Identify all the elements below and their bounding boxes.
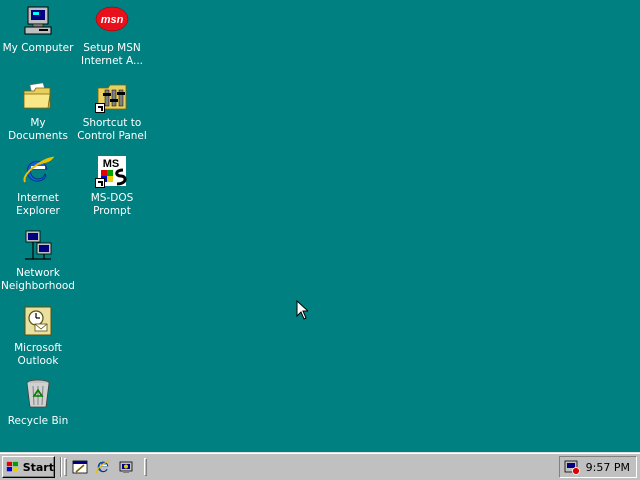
desktop-icon-label: Recycle Bin — [7, 415, 69, 427]
desktop-icon-network-neighborhood[interactable]: Network Neighborhood — [0, 227, 76, 297]
my-computer-icon — [21, 4, 55, 38]
desktop-icon-my-computer[interactable]: My Computer — [0, 2, 76, 72]
desktop[interactable]: My Computer msn Setup MSN Internet A... … — [0, 0, 640, 452]
start-button-label: Start — [22, 460, 54, 474]
desktop-icon-internet-explorer[interactable]: Internet Explorer — [0, 152, 76, 222]
desktop-icon-label: Internet Explorer — [16, 192, 60, 217]
desktop-icon-msn[interactable]: msn Setup MSN Internet A... — [74, 2, 150, 72]
network-icon — [21, 229, 55, 263]
control-panel-icon — [95, 79, 129, 113]
windows-logo-icon — [6, 461, 18, 472]
taskbar: Start 9:57 PM — [0, 452, 640, 480]
desktop-icon-ms-dos-prompt[interactable]: MS MS-DOS Prompt — [74, 152, 150, 222]
ms-dos-logo-text: MS — [103, 158, 120, 170]
taskbar-grip[interactable] — [144, 458, 147, 476]
channels-icon[interactable] — [118, 459, 134, 475]
mouse-cursor-icon — [296, 300, 308, 320]
desktop-icon-my-documents[interactable]: My Documents — [0, 77, 76, 147]
ms-dos-icon: MS — [95, 154, 129, 188]
desktop-icon-label: Microsoft Outlook — [14, 342, 62, 367]
quick-launch-grip[interactable] — [64, 458, 67, 476]
internet-explorer-icon — [21, 154, 55, 188]
internet-explorer-icon[interactable] — [95, 459, 111, 475]
desktop-icon-label: My Documents — [8, 117, 68, 142]
desktop-icon-label: Shortcut to Control Panel — [77, 117, 147, 142]
clock[interactable]: 9:57 PM — [586, 461, 630, 474]
taskbar-separator — [60, 457, 62, 477]
desktop-icon-label: My Computer — [2, 42, 74, 54]
volume-icon[interactable] — [564, 459, 580, 475]
desktop-icon-label: MS-DOS Prompt — [90, 192, 134, 217]
start-button[interactable]: Start — [2, 456, 55, 478]
desktop-icon-label: Network Neighborhood — [1, 267, 75, 292]
desktop-icon-control-panel[interactable]: Shortcut to Control Panel — [74, 77, 150, 147]
shortcut-arrow-icon — [95, 103, 105, 113]
msn-icon: msn — [95, 4, 129, 38]
shortcut-arrow-icon — [95, 178, 105, 188]
show-desktop-icon[interactable] — [72, 459, 88, 475]
msn-logo-text: msn — [101, 14, 124, 26]
outlook-icon — [21, 304, 55, 338]
recycle-bin-icon — [21, 377, 55, 411]
system-tray: 9:57 PM — [559, 456, 637, 478]
desktop-icon-microsoft-outlook[interactable]: Microsoft Outlook — [0, 302, 76, 372]
folder-icon — [21, 79, 55, 113]
desktop-icon-label: Setup MSN Internet A... — [80, 42, 144, 67]
desktop-icon-recycle-bin[interactable]: Recycle Bin — [0, 375, 76, 445]
